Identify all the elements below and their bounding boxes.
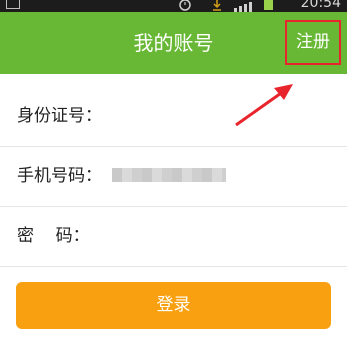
signal-icon <box>234 2 260 12</box>
image-icon <box>6 0 20 9</box>
phone-row[interactable]: 手机号码： <box>0 146 347 206</box>
alarm-icon <box>177 0 193 12</box>
header-bar: 我的账号 注册 <box>0 12 347 74</box>
password-row[interactable]: 密 码： <box>0 206 347 266</box>
status-time: 20:54 <box>300 0 341 11</box>
id-number-label: 身份证号： <box>17 106 102 126</box>
status-bar: 20:54 <box>0 0 347 12</box>
register-button[interactable]: 注册 <box>285 20 341 65</box>
divider <box>0 266 347 267</box>
login-button[interactable]: 登录 <box>16 282 331 329</box>
password-input[interactable] <box>112 221 332 251</box>
password-label: 密 码： <box>17 226 90 246</box>
download-icon <box>212 0 222 12</box>
id-number-row[interactable]: 身份证号： <box>0 86 347 146</box>
phone-label: 手机号码： <box>17 166 102 186</box>
id-number-input[interactable] <box>112 101 332 131</box>
battery-icon <box>264 0 273 10</box>
